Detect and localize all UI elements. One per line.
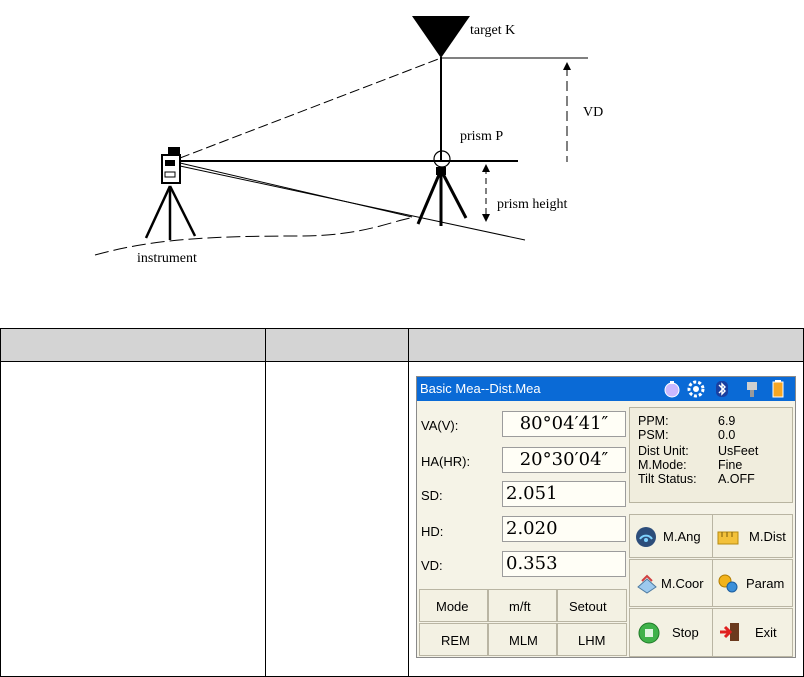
- mlm-label: MLM: [509, 633, 538, 648]
- ppm-value: 6.9: [718, 414, 736, 428]
- settings-icon[interactable]: [687, 380, 705, 398]
- dist-unit-value: UsFeet: [718, 444, 759, 458]
- mode-button[interactable]: Mode: [419, 589, 488, 622]
- vd-value: 0.353: [502, 551, 626, 577]
- param-button[interactable]: Param: [712, 559, 793, 607]
- lhm-button[interactable]: LHM: [557, 623, 627, 656]
- m-dist-button[interactable]: M.Dist: [712, 514, 793, 558]
- exit-button[interactable]: Exit: [712, 608, 793, 657]
- m-ang-label: M.Ang: [663, 529, 701, 544]
- table-cell-col-2: [265, 362, 409, 677]
- m-mode-label: M.Mode:: [638, 458, 687, 472]
- plug-icon: [747, 382, 757, 397]
- m-ft-label: m/ft: [509, 599, 531, 614]
- tilt-status-label: Tilt Status:: [638, 472, 697, 486]
- instrument-label: instrument: [137, 251, 197, 266]
- device-screen: Basic Mea--Dist.Mea VA(V): 80°04′41″ HA(…: [416, 376, 796, 658]
- stop-button[interactable]: Stop: [629, 608, 713, 657]
- ppm-label: PPM:: [638, 414, 669, 428]
- m-coor-label: M.Coor: [661, 576, 704, 591]
- angle-icon: [636, 527, 656, 547]
- mode-label: Mode: [436, 599, 469, 614]
- exit-label: Exit: [755, 625, 777, 640]
- m-coor-button[interactable]: M.Coor: [629, 559, 713, 607]
- title-bar: Basic Mea--Dist.Mea: [417, 377, 795, 401]
- hd-label: HD:: [421, 524, 444, 539]
- mlm-button[interactable]: MLM: [488, 623, 557, 656]
- psm-value: 0.0: [718, 428, 736, 442]
- va-value: 80°04′41″: [502, 411, 626, 437]
- sight-line-prism: [179, 162, 413, 218]
- exit-icon: [720, 623, 739, 641]
- sight-line-target: [179, 57, 442, 159]
- stop-icon: [638, 622, 660, 644]
- rem-button[interactable]: REM: [419, 623, 488, 656]
- setout-button[interactable]: Setout: [557, 589, 627, 622]
- status-panel: PPM: 6.9 PSM: 0.0 Dist Unit: UsFeet M.Mo…: [629, 407, 793, 503]
- m-dist-label: M.Dist: [749, 529, 786, 544]
- table-header-col-1: [0, 328, 266, 362]
- timer-icon: [664, 381, 680, 398]
- vd-label: VD:: [421, 558, 443, 573]
- ha-value: 20°30′04″: [502, 447, 626, 473]
- gears-icon: [718, 574, 738, 593]
- battery-icon: [772, 380, 784, 398]
- vd-label: VD: [583, 105, 603, 120]
- sd-value: 2.051: [502, 481, 626, 507]
- setout-label: Setout: [569, 599, 607, 614]
- hd-value: 2.020: [502, 516, 626, 542]
- ruler-icon: [717, 531, 739, 545]
- m-ft-button[interactable]: m/ft: [488, 589, 557, 622]
- ha-label: HA(HR):: [421, 454, 471, 469]
- table-header-col-2: [265, 328, 409, 362]
- lhm-label: LHM: [578, 633, 606, 648]
- m-mode-value: Fine: [718, 458, 743, 472]
- rem-label: REM: [441, 633, 470, 648]
- ground-line: [94, 217, 411, 256]
- target-k-marker: [412, 16, 470, 58]
- prism-height-label: prism height: [497, 197, 567, 212]
- sight-line-ground: [179, 165, 526, 241]
- tilt-status-value: A.OFF: [718, 472, 755, 486]
- dist-unit-label: Dist Unit:: [638, 444, 689, 458]
- m-ang-button[interactable]: M.Ang: [629, 514, 713, 558]
- table-header-col-3: [408, 328, 804, 362]
- param-label: Param: [746, 576, 785, 591]
- table-cell-col-1: [0, 362, 266, 677]
- target-label: target K: [470, 23, 515, 38]
- va-label: VA(V):: [421, 418, 459, 433]
- prism-label: prism P: [460, 129, 503, 144]
- bluetooth-icon[interactable]: [713, 380, 731, 398]
- coordinate-icon: [637, 574, 657, 594]
- stop-label: Stop: [672, 625, 699, 640]
- sd-label: SD:: [421, 488, 443, 503]
- psm-label: PSM:: [638, 428, 669, 442]
- rem-diagram: target K prism P prism height VD instrum…: [94, 16, 603, 266]
- screen-title: Basic Mea--Dist.Mea: [420, 381, 541, 396]
